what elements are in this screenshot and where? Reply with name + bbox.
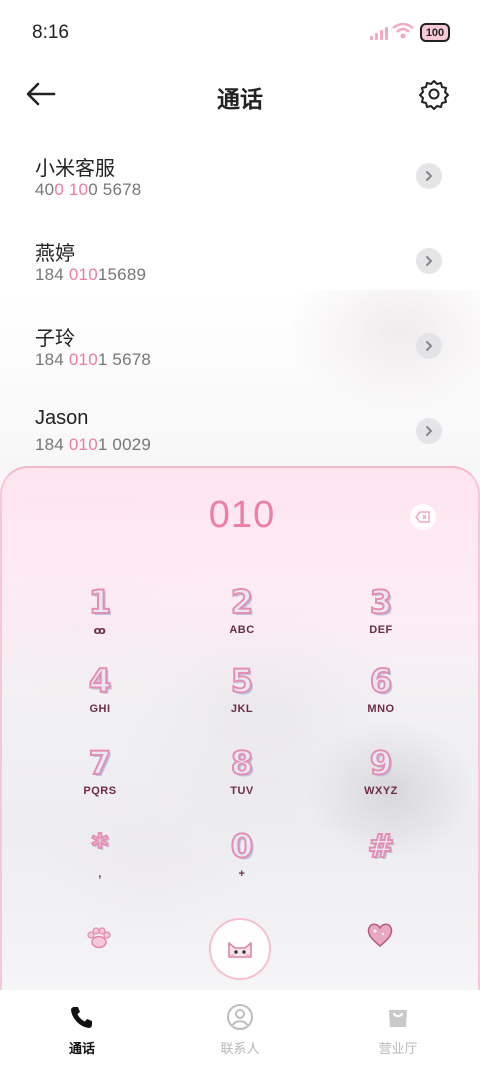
status-time: 8:16 — [32, 22, 69, 43]
tab-label: 通话 — [68, 1041, 95, 1056]
contact-number: 184 0101 5678 — [35, 350, 152, 369]
tab-label: 营业厅 — [378, 1041, 418, 1056]
dial-key-9[interactable]: 9 WXYZ — [326, 744, 436, 815]
list-item[interactable]: 小米客服 400 100 5678 — [0, 138, 480, 223]
tab-calls[interactable]: 通话 — [32, 1002, 132, 1057]
cat-face-icon — [228, 942, 252, 958]
bag-icon — [389, 1010, 407, 1027]
contact-name: 小米客服 — [35, 158, 115, 180]
bottom-navigation: 通话 联系人 营业厅 — [0, 990, 480, 1067]
dial-key-6[interactable]: 6 MNO — [326, 662, 436, 733]
contact-name: 子玲 — [35, 328, 75, 350]
title-bar: 通话 — [0, 68, 480, 122]
page-title: 通话 — [217, 86, 263, 112]
tab-service-hall[interactable]: 营业厅 — [348, 1002, 448, 1057]
phone-icon — [71, 1007, 92, 1028]
backspace-icon[interactable] — [410, 504, 436, 530]
signal-icon — [370, 26, 388, 40]
wifi-icon — [392, 22, 414, 39]
dial-key-4[interactable]: 4 GHI — [45, 662, 155, 733]
dial-key-0[interactable]: 0 + — [187, 827, 297, 898]
dial-key-7[interactable]: 7 PQRS — [45, 744, 155, 815]
list-item[interactable]: 子玲 184 0101 5678 — [0, 308, 480, 393]
list-item[interactable]: 燕婷 184 01015689 — [0, 223, 480, 308]
dialed-number-display[interactable]: 010 — [2, 494, 480, 537]
dial-key-3[interactable]: 3 DEF — [326, 583, 436, 654]
gear-icon[interactable] — [418, 78, 450, 110]
battery-level: 100 — [425, 26, 445, 39]
contact-suggestion-list: 小米客服 400 100 5678 燕婷 184 01015689 子玲 184… — [0, 138, 480, 478]
chevron-right-icon[interactable] — [416, 163, 442, 189]
dial-key-8[interactable]: 8 TUV — [187, 744, 297, 815]
chevron-right-icon[interactable] — [416, 333, 442, 359]
call-button[interactable] — [209, 918, 271, 980]
paw-icon[interactable] — [86, 926, 112, 950]
dial-key-hash[interactable]: # — [326, 827, 436, 898]
dial-key-star[interactable]: *, — [45, 827, 155, 898]
battery-icon: 100 — [420, 23, 450, 42]
contact-number: 184 0101 0029 — [35, 435, 152, 454]
contact-number: 184 01015689 — [35, 265, 147, 284]
tab-contacts[interactable]: 联系人 — [190, 1002, 290, 1057]
heart-icon[interactable] — [366, 922, 394, 948]
person-icon — [227, 1004, 253, 1030]
chevron-right-icon[interactable] — [416, 418, 442, 444]
dial-key-1[interactable]: 1ꝏ — [45, 583, 155, 654]
contact-name: Jason — [35, 407, 89, 429]
chevron-right-icon[interactable] — [416, 248, 442, 274]
dial-key-2[interactable]: 2 ABC — [187, 583, 297, 654]
status-bar: 8:16 100 — [0, 0, 480, 68]
contact-number: 400 100 5678 — [35, 180, 142, 199]
dial-key-5[interactable]: 5 JKL — [187, 662, 297, 733]
tab-label: 联系人 — [220, 1041, 260, 1056]
contact-name: 燕婷 — [35, 243, 75, 265]
